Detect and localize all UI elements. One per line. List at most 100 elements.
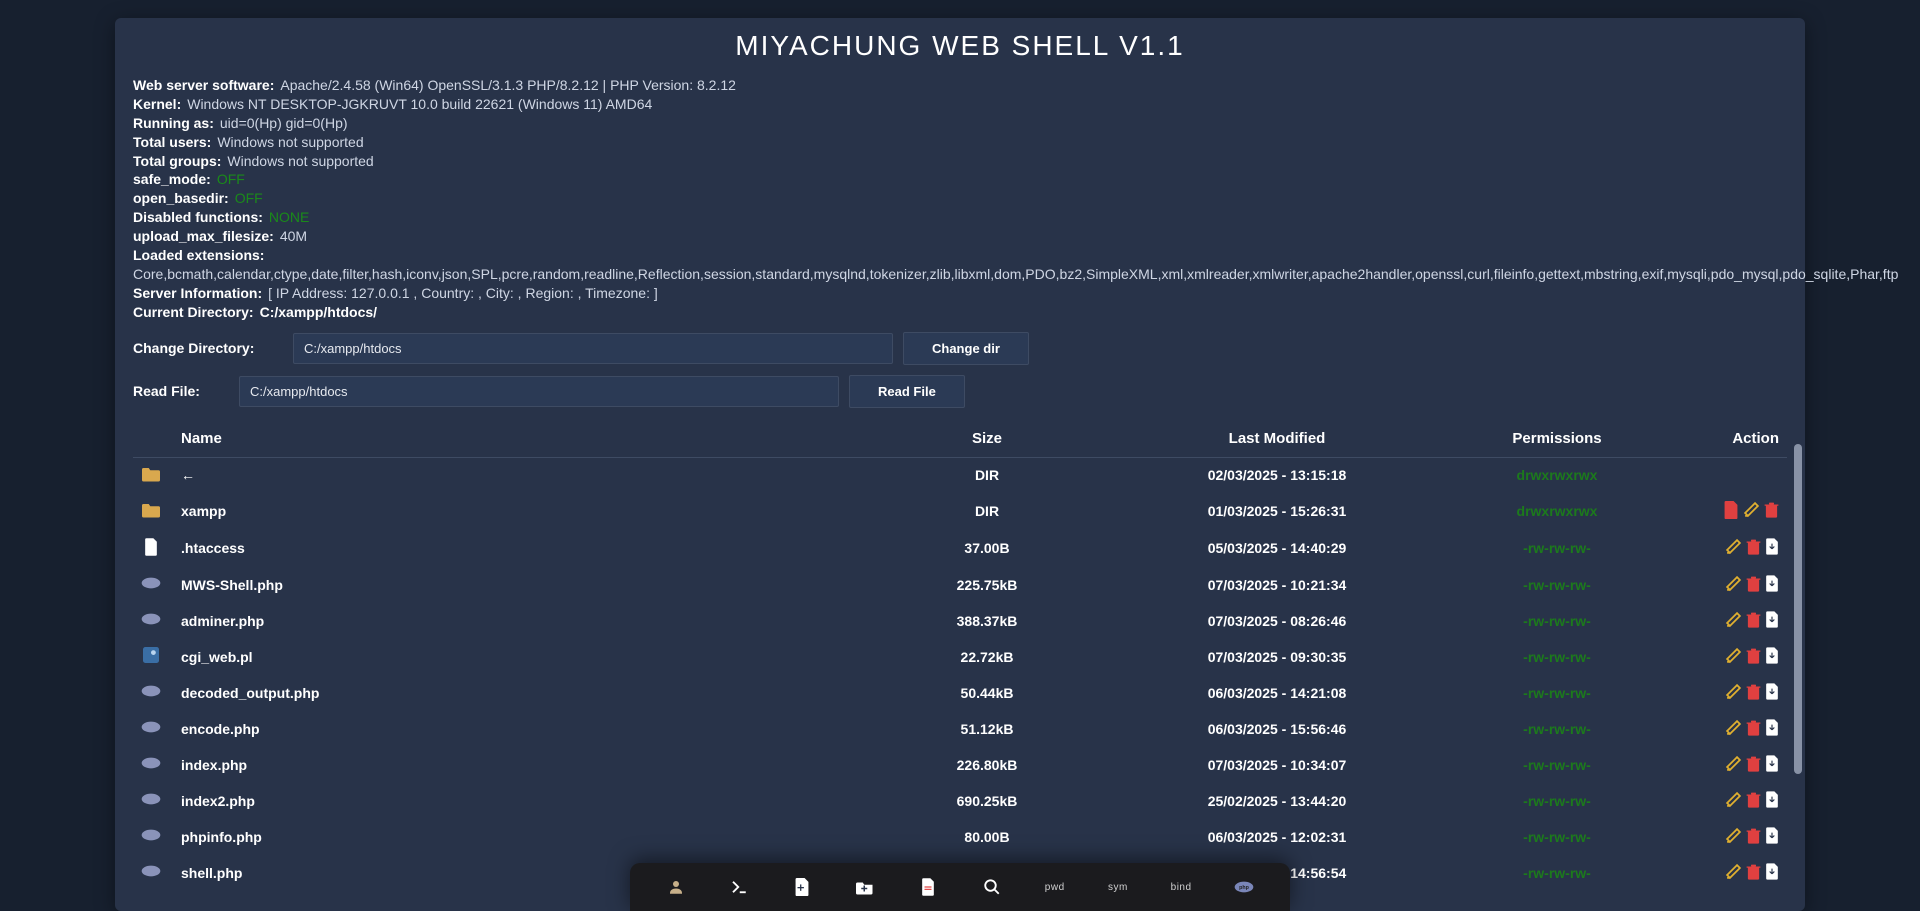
- page-title: MIYACHUNG WEB SHELL V1.1: [133, 30, 1787, 62]
- total-groups-label: Total groups:: [133, 152, 221, 171]
- table-row[interactable]: xamppDIR01/03/2025 - 15:26:31drwxrwxrwx: [133, 493, 1787, 530]
- delete-icon[interactable]: [1746, 755, 1761, 775]
- edit-icon[interactable]: [1725, 719, 1742, 739]
- edit-icon[interactable]: [1725, 791, 1742, 811]
- file-name[interactable]: MWS-Shell.php: [173, 567, 857, 603]
- curdir-label: Current Directory:: [133, 303, 254, 322]
- edit-icon[interactable]: [1725, 611, 1742, 631]
- taskbar-search-icon[interactable]: [976, 871, 1008, 903]
- taskbar-upload-icon[interactable]: [849, 871, 881, 903]
- kernel-label: Kernel:: [133, 95, 181, 114]
- taskbar-terminal-icon[interactable]: [723, 871, 755, 903]
- file-permissions: -rw-rw-rw-: [1437, 603, 1677, 639]
- file-modified: 06/03/2025 - 12:02:31: [1117, 819, 1437, 855]
- table-row[interactable]: .htaccess37.00B05/03/2025 - 14:40:29-rw-…: [133, 530, 1787, 567]
- file-name[interactable]: xampp: [173, 493, 857, 530]
- taskbar-pwd[interactable]: pwd: [1039, 871, 1071, 903]
- file-type-icon: [141, 756, 161, 770]
- delete-icon[interactable]: [1746, 863, 1761, 883]
- download-icon[interactable]: [1765, 611, 1779, 631]
- edit-icon[interactable]: [1725, 863, 1742, 883]
- file-name[interactable]: index.php: [173, 747, 857, 783]
- delete-icon[interactable]: [1746, 791, 1761, 811]
- delete-icon[interactable]: [1746, 827, 1761, 847]
- table-row[interactable]: index.php226.80kB07/03/2025 - 10:34:07-r…: [133, 747, 1787, 783]
- download-icon[interactable]: [1765, 791, 1779, 811]
- disabled-funcs-value: NONE: [269, 208, 309, 227]
- scrollbar-thumb[interactable]: [1794, 444, 1802, 774]
- file-type-icon: [141, 684, 161, 698]
- taskbar-php-icon[interactable]: php: [1228, 871, 1260, 903]
- file-name[interactable]: decoded_output.php: [173, 675, 857, 711]
- download-icon[interactable]: [1765, 863, 1779, 883]
- file-name[interactable]: ←: [173, 457, 857, 493]
- running-as-value: uid=0(Hp) gid=0(Hp): [220, 114, 348, 133]
- download-icon[interactable]: [1765, 683, 1779, 703]
- taskbar-sym[interactable]: sym: [1102, 871, 1134, 903]
- table-row[interactable]: cgi_web.pl22.72kB07/03/2025 - 09:30:35-r…: [133, 639, 1787, 675]
- table-row[interactable]: index2.php690.25kB25/02/2025 - 13:44:20-…: [133, 783, 1787, 819]
- delete-icon[interactable]: [1746, 647, 1761, 667]
- taskbar-filedoc-icon[interactable]: [912, 871, 944, 903]
- download-icon[interactable]: [1765, 538, 1779, 558]
- file-name[interactable]: encode.php: [173, 711, 857, 747]
- file-permissions: -rw-rw-rw-: [1437, 567, 1677, 603]
- edit-icon[interactable]: [1725, 683, 1742, 703]
- file-name[interactable]: index2.php: [173, 783, 857, 819]
- table-row[interactable]: adminer.php388.37kB07/03/2025 - 08:26:46…: [133, 603, 1787, 639]
- table-row[interactable]: ←DIR02/03/2025 - 13:15:18drwxrwxrwx: [133, 457, 1787, 493]
- upload-max-label: upload_max_filesize:: [133, 227, 274, 246]
- file-actions: [1677, 567, 1787, 603]
- download-icon[interactable]: [1765, 755, 1779, 775]
- file-modified: 06/03/2025 - 15:56:46: [1117, 711, 1437, 747]
- file-name[interactable]: phpinfo.php: [173, 819, 857, 855]
- file-name[interactable]: adminer.php: [173, 603, 857, 639]
- edit-icon[interactable]: [1725, 647, 1742, 667]
- delete-icon[interactable]: [1746, 683, 1761, 703]
- rename-icon[interactable]: [1723, 501, 1739, 522]
- open-basedir-value: OFF: [235, 189, 263, 208]
- edit-icon[interactable]: [1725, 827, 1742, 847]
- file-actions: [1677, 675, 1787, 711]
- file-actions: [1677, 855, 1787, 891]
- file-size: DIR: [857, 457, 1117, 493]
- edit-icon[interactable]: [1725, 755, 1742, 775]
- file-permissions: drwxrwxrwx: [1437, 457, 1677, 493]
- table-row[interactable]: phpinfo.php80.00B06/03/2025 - 12:02:31-r…: [133, 819, 1787, 855]
- change-dir-input[interactable]: [293, 333, 893, 364]
- taskbar-newfile-icon[interactable]: [786, 871, 818, 903]
- file-size: 37.00B: [857, 530, 1117, 567]
- edit-icon[interactable]: [1743, 501, 1760, 521]
- download-icon[interactable]: [1765, 719, 1779, 739]
- file-type-icon: [141, 466, 161, 482]
- read-file-input[interactable]: [239, 376, 839, 407]
- delete-icon[interactable]: [1764, 501, 1779, 521]
- table-row[interactable]: MWS-Shell.php225.75kB07/03/2025 - 10:21:…: [133, 567, 1787, 603]
- safe-mode-value: OFF: [217, 170, 245, 189]
- delete-icon[interactable]: [1746, 575, 1761, 595]
- file-name[interactable]: .htaccess: [173, 530, 857, 567]
- taskbar-user-icon[interactable]: [660, 871, 692, 903]
- taskbar-bind[interactable]: bind: [1165, 871, 1197, 903]
- col-action: Action: [1677, 420, 1787, 458]
- download-icon[interactable]: [1765, 575, 1779, 595]
- file-modified: 06/03/2025 - 14:21:08: [1117, 675, 1437, 711]
- file-permissions: -rw-rw-rw-: [1437, 783, 1677, 819]
- web-server-label: Web server software:: [133, 76, 274, 95]
- change-dir-button[interactable]: Change dir: [903, 332, 1029, 365]
- delete-icon[interactable]: [1746, 719, 1761, 739]
- col-name: Name: [173, 420, 857, 458]
- edit-icon[interactable]: [1725, 538, 1742, 558]
- table-row[interactable]: encode.php51.12kB06/03/2025 - 15:56:46-r…: [133, 711, 1787, 747]
- file-size: 80.00B: [857, 819, 1117, 855]
- delete-icon[interactable]: [1746, 538, 1761, 558]
- delete-icon[interactable]: [1746, 611, 1761, 631]
- download-icon[interactable]: [1765, 647, 1779, 667]
- edit-icon[interactable]: [1725, 575, 1742, 595]
- read-file-button[interactable]: Read File: [849, 375, 965, 408]
- table-row[interactable]: decoded_output.php50.44kB06/03/2025 - 14…: [133, 675, 1787, 711]
- file-table: Name Size Last Modified Permissions Acti…: [133, 420, 1787, 891]
- file-name[interactable]: cgi_web.pl: [173, 639, 857, 675]
- download-icon[interactable]: [1765, 827, 1779, 847]
- web-server-value: Apache/2.4.58 (Win64) OpenSSL/3.1.3 PHP/…: [280, 76, 736, 95]
